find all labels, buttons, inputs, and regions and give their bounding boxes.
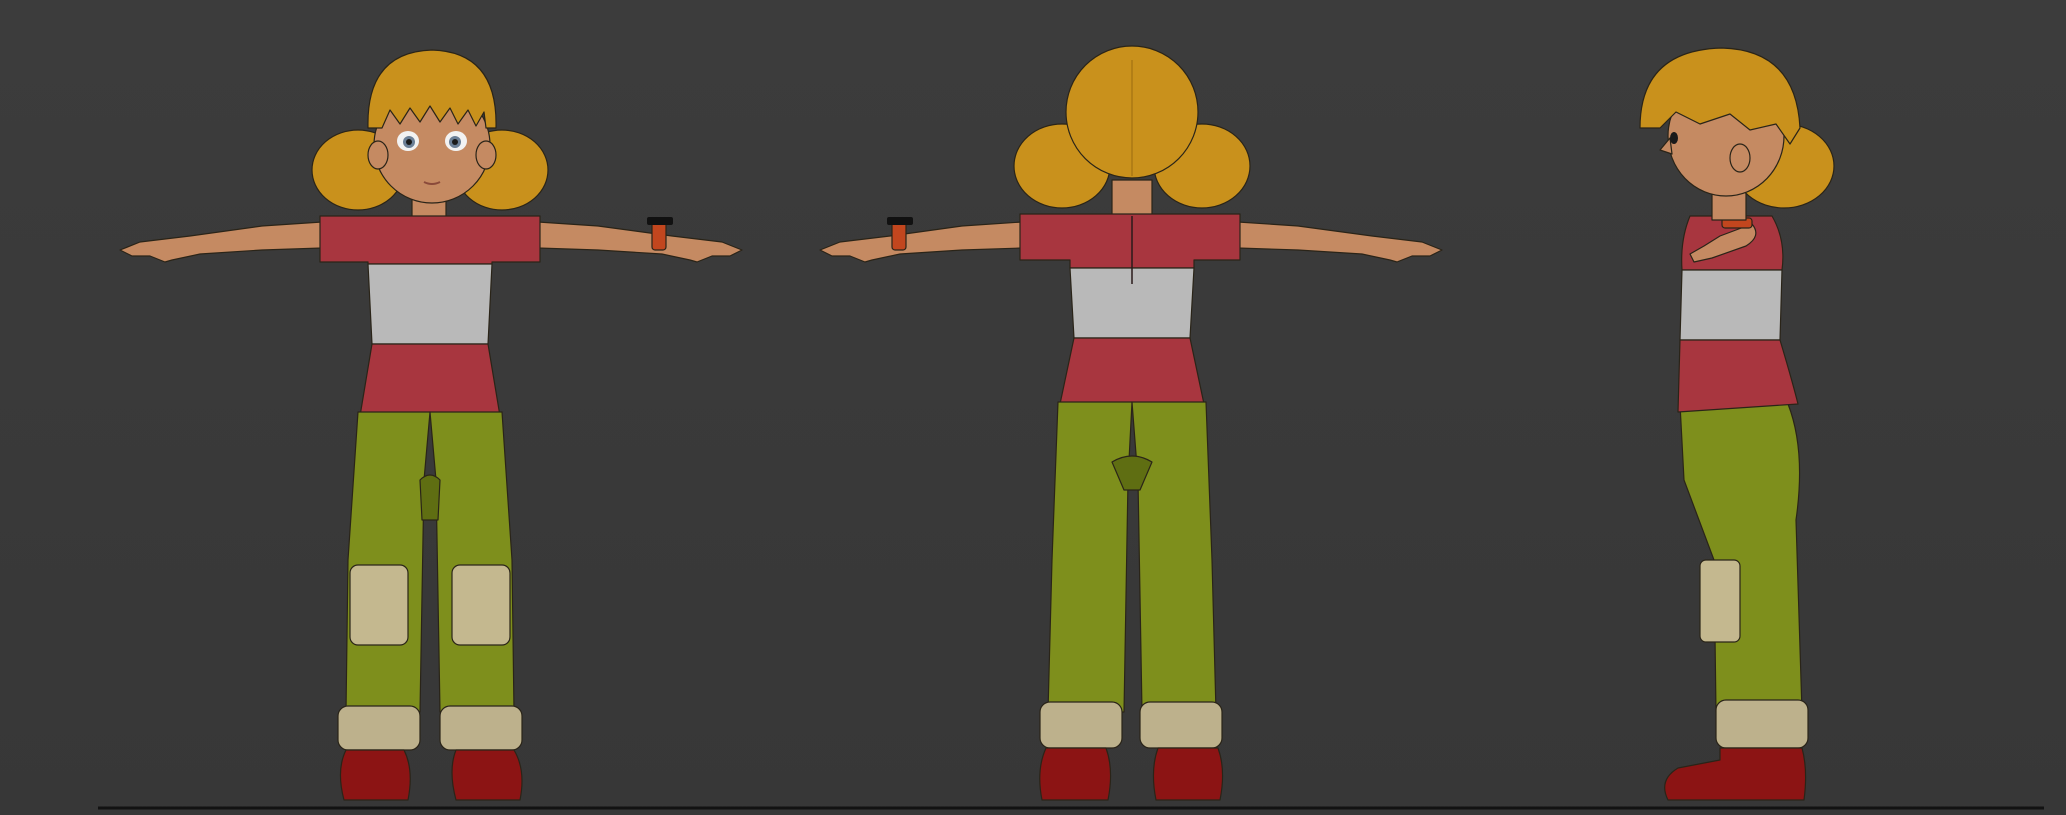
front-ear-right: [475, 140, 497, 170]
character-turnaround: [0, 0, 2066, 815]
back-shirt-top: [1019, 213, 1241, 269]
back-cuff-right: [1139, 701, 1223, 749]
back-shoe-left: [1039, 747, 1112, 801]
front-shirt-top: [319, 215, 541, 265]
side-eye: [1670, 132, 1678, 144]
back-pants-left: [1047, 401, 1133, 713]
front-shoe-right: [451, 749, 523, 801]
side-ear: [1729, 143, 1751, 173]
back-cuff-left: [1039, 701, 1123, 749]
3d-viewport[interactable]: [0, 0, 2066, 815]
back-shoe-right: [1152, 747, 1224, 801]
front-pupil-right: [452, 139, 458, 145]
front-watch: [647, 217, 673, 225]
back-pants-right: [1131, 401, 1217, 713]
front-shoe-left: [339, 749, 411, 801]
front-knee-patch-left: [349, 564, 409, 646]
front-cuff-right: [439, 705, 523, 751]
front-pants-left: [345, 411, 431, 713]
front-wristband: [651, 221, 667, 251]
back-wristband: [891, 221, 907, 251]
back-shirt-bottom: [1059, 337, 1205, 405]
side-cuff: [1715, 699, 1809, 749]
front-ear-left: [367, 140, 389, 170]
front-cuff-left: [337, 705, 421, 751]
front-pupil-left: [406, 139, 412, 145]
front-pants-right: [429, 411, 515, 713]
front-knee-patch-right: [451, 564, 511, 646]
back-watch: [887, 217, 913, 225]
front-pants-crotch: [419, 474, 441, 521]
side-shirt-white-stripe: [1679, 269, 1783, 341]
front-shirt-white-stripe: [367, 263, 493, 345]
side-shirt-bottom: [1677, 339, 1799, 413]
side-knee-patch: [1699, 559, 1741, 643]
front-shirt-bottom: [359, 343, 501, 417]
